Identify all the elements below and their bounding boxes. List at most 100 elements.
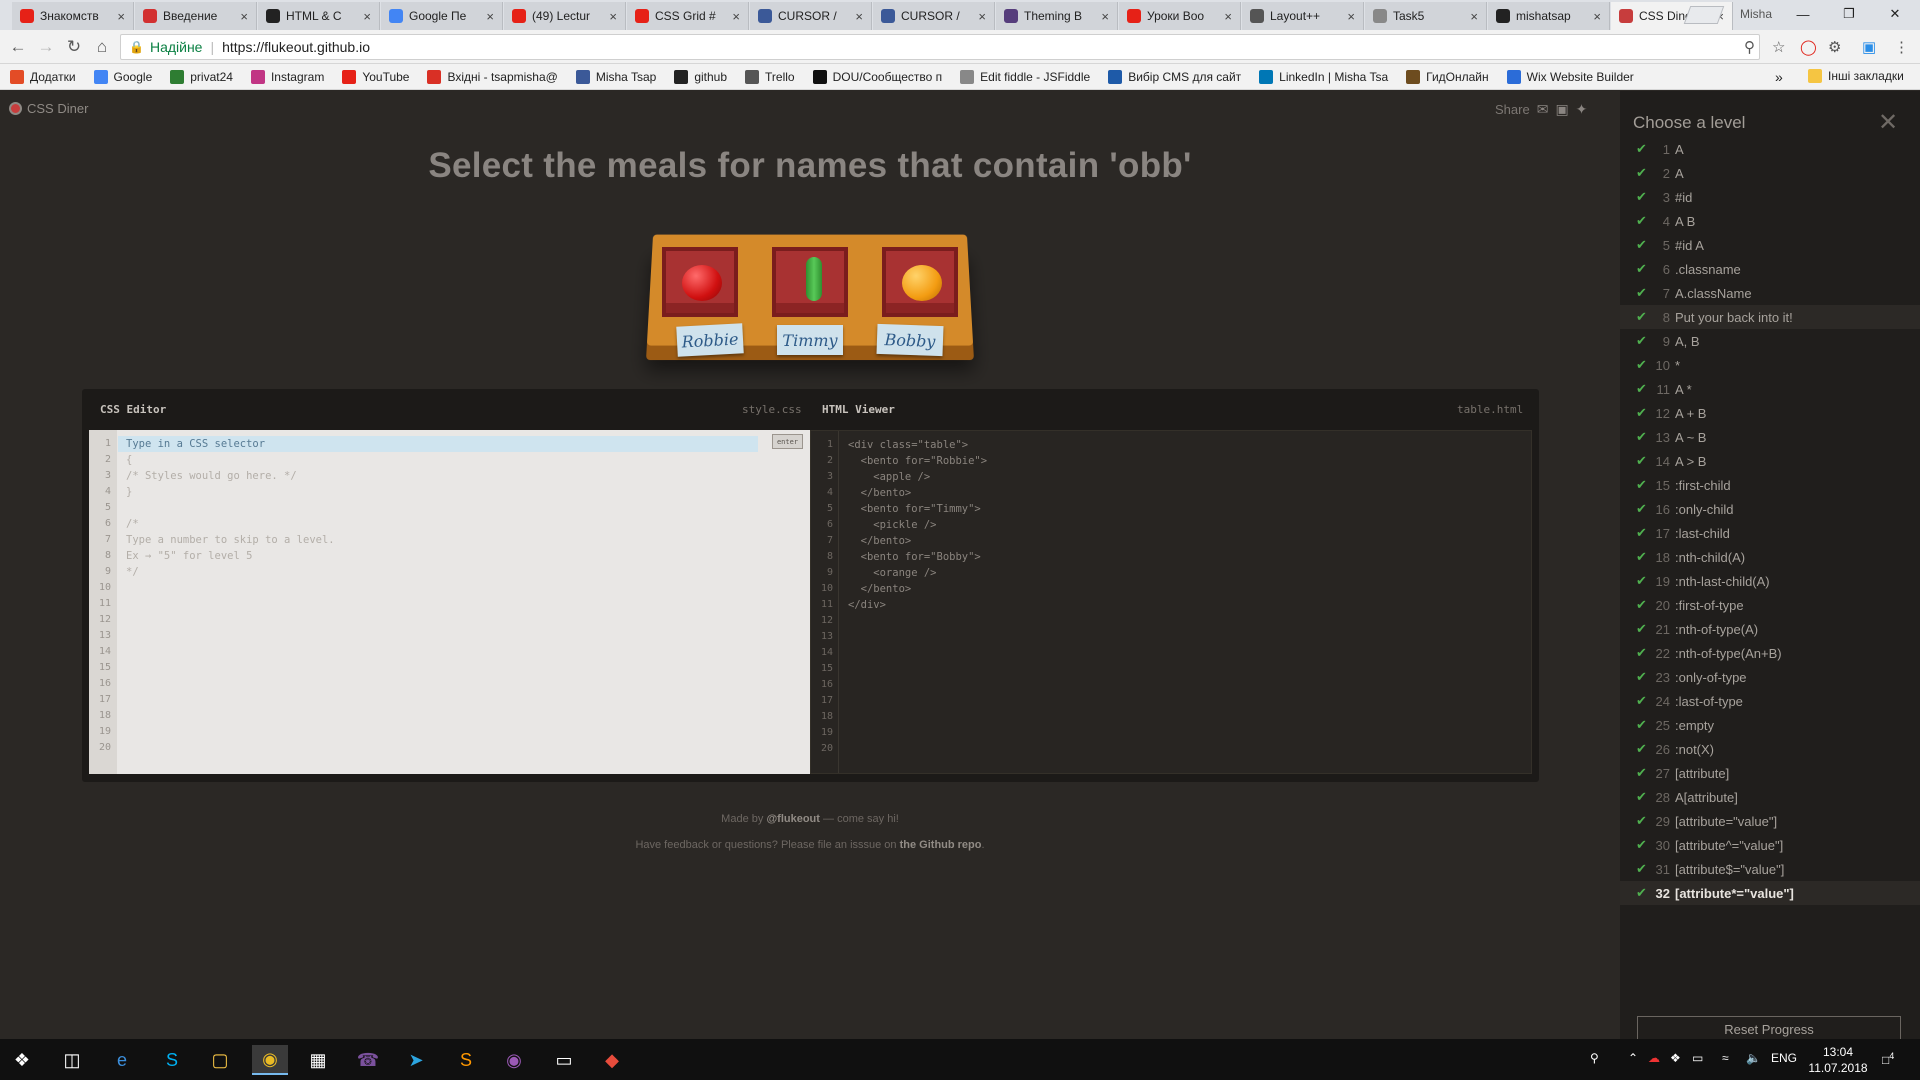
orange-food[interactable] [902, 265, 942, 301]
sublime-icon[interactable]: S [448, 1045, 484, 1075]
viber-icon[interactable]: ☎ [350, 1045, 386, 1075]
level-item[interactable]: ✔ 3 #id [1620, 185, 1920, 209]
media-app-icon[interactable]: ◉ [496, 1045, 532, 1075]
level-item[interactable]: ✔ 1 A [1620, 137, 1920, 161]
html-code-line[interactable]: </div> [848, 597, 886, 613]
file-explorer-icon[interactable]: ▢ [202, 1045, 238, 1075]
bookmark-item[interactable]: ГидОнлайн [1406, 69, 1489, 84]
menu-dots-icon[interactable]: ⋮ [1894, 38, 1909, 56]
level-item[interactable]: ✔ 22:nth-of-type(An+B) [1620, 641, 1920, 665]
bookmark-item[interactable]: DOU/Сообщество п [812, 69, 942, 84]
browser-tab[interactable]: HTML & C × [258, 2, 380, 30]
level-item[interactable]: ✔ 4 A B [1620, 209, 1920, 233]
antivirus-icon[interactable]: ☁ [1648, 1051, 1660, 1065]
tab-close-icon[interactable]: × [1224, 9, 1232, 24]
level-item[interactable]: ✔ 17:last-child [1620, 521, 1920, 545]
browser-tab[interactable]: Знакомств × [12, 2, 134, 30]
tab-close-icon[interactable]: × [363, 9, 371, 24]
browser-tab[interactable]: Layout++ × [1242, 2, 1364, 30]
url-text[interactable]: https://flukeout.github.io [222, 39, 370, 55]
site-logo[interactable]: CSS Diner [9, 101, 88, 116]
other-bookmarks[interactable]: Інші закладки [1808, 69, 1904, 83]
tab-close-icon[interactable]: × [1470, 9, 1478, 24]
level-item[interactable]: ✔ 2 A [1620, 161, 1920, 185]
html-code-line[interactable]: </bento> [848, 581, 912, 597]
windows-start-icon[interactable]: ❖ [4, 1045, 40, 1075]
tab-close-icon[interactable]: × [1101, 9, 1109, 24]
address-bar[interactable]: 🔒 Надійне | https://flukeout.github.io [120, 34, 1760, 60]
level-item[interactable]: ✔ 27 [attribute] [1620, 761, 1920, 785]
more-bookmarks-icon[interactable]: » [1775, 69, 1783, 85]
bento-box[interactable] [662, 247, 738, 317]
system-clock[interactable]: 13:04 11.07.2018 [1808, 1044, 1868, 1076]
level-item[interactable]: ✔ 15:first-child [1620, 473, 1920, 497]
task-view-icon[interactable]: ◫ [54, 1045, 90, 1075]
tab-close-icon[interactable]: × [1593, 9, 1601, 24]
github-repo-link[interactable]: the Github repo [900, 839, 982, 851]
level-item[interactable]: ✔ 12 A + B [1620, 401, 1920, 425]
bento-box[interactable] [882, 247, 958, 317]
level-item[interactable]: ✔ 24:last-of-type [1620, 689, 1920, 713]
forward-arrow-icon[interactable]: → [34, 36, 58, 58]
enter-button[interactable]: enter [772, 434, 803, 449]
level-item[interactable]: ✔ 7 A.className [1620, 281, 1920, 305]
volume-icon[interactable]: 🔈 [1746, 1051, 1761, 1065]
level-item[interactable]: ✔ 16:only-child [1620, 497, 1920, 521]
battery-icon[interactable]: ▭ [1692, 1051, 1703, 1065]
profile-name[interactable]: Misha [1740, 7, 1772, 21]
author-link[interactable]: @flukeout [766, 813, 820, 825]
tab-close-icon[interactable]: × [732, 9, 740, 24]
level-item[interactable]: ✔ 6 .classname [1620, 257, 1920, 281]
window-app-icon[interactable]: ▭ [546, 1045, 582, 1075]
browser-tab[interactable]: CSS Grid # × [627, 2, 749, 30]
level-item[interactable]: ✔ 26:not(X) [1620, 737, 1920, 761]
level-item[interactable]: ✔ 25:empty [1620, 713, 1920, 737]
level-item[interactable]: ✔ 20:first-of-type [1620, 593, 1920, 617]
level-item[interactable]: ✔ 21:nth-of-type(A) [1620, 617, 1920, 641]
bookmark-item[interactable]: LinkedIn | Misha Tsa [1259, 69, 1388, 84]
browser-tab[interactable]: Google Пе × [381, 2, 503, 30]
bookmark-item[interactable]: Вхідні - tsapmisha@ [427, 69, 558, 84]
level-item[interactable]: ✔ 31 [attribute$="value"] [1620, 857, 1920, 881]
bookmark-item[interactable]: YouTube [342, 69, 409, 84]
level-item[interactable]: ✔ 8 Put your back into it! [1620, 305, 1920, 329]
bento-box[interactable] [772, 247, 848, 317]
browser-tab[interactable]: CURSOR / × [873, 2, 995, 30]
bookmark-star-icon[interactable]: ☆ [1772, 38, 1785, 56]
bookmark-item[interactable]: Instagram [250, 69, 324, 84]
email-icon[interactable]: ✉ [1537, 101, 1549, 118]
browser-tab[interactable]: Уроки Boo × [1119, 2, 1241, 30]
level-item[interactable]: ✔ 32 [attribute*="value"] [1620, 881, 1920, 905]
chrome-icon[interactable]: ◉ [252, 1045, 288, 1075]
level-item[interactable]: ✔ 13 A ~ B [1620, 425, 1920, 449]
restore-icon[interactable]: ❐ [1826, 0, 1872, 28]
html-code-line[interactable]: <bento for="Timmy"> [848, 501, 981, 517]
window-close-icon[interactable]: ✕ [1872, 0, 1918, 28]
bookmark-item[interactable]: Edit fiddle - JSFiddle [960, 69, 1090, 84]
browser-tab[interactable]: Theming B × [996, 2, 1118, 30]
tab-close-icon[interactable]: × [117, 9, 125, 24]
level-item[interactable]: ✔ 29 [attribute="value"] [1620, 809, 1920, 833]
html-code-line[interactable]: </bento> [848, 533, 912, 549]
browser-tab[interactable]: Task5 × [1365, 2, 1487, 30]
level-item[interactable]: ✔ 28 A[attribute] [1620, 785, 1920, 809]
tab-close-icon[interactable]: × [486, 9, 494, 24]
level-item[interactable]: ✔ 10 * [1620, 353, 1920, 377]
css-selector-input[interactable] [126, 436, 746, 452]
browser-tab[interactable]: Введение × [135, 2, 257, 30]
level-item[interactable]: ✔ 11 A * [1620, 377, 1920, 401]
bookmark-item[interactable]: github [674, 69, 727, 84]
store-icon[interactable]: ▦ [300, 1045, 336, 1075]
apple-food[interactable] [682, 265, 722, 301]
html-code-line[interactable]: <pickle /> [848, 517, 936, 533]
browser-tab[interactable]: CURSOR / × [750, 2, 872, 30]
close-icon[interactable]: ✕ [1878, 108, 1898, 137]
skype-icon[interactable]: S [154, 1045, 190, 1075]
git-icon[interactable]: ◆ [594, 1045, 630, 1075]
home-icon[interactable]: ⌂ [90, 36, 114, 58]
minimize-icon[interactable]: — [1780, 0, 1826, 28]
tab-close-icon[interactable]: × [240, 9, 248, 24]
twitter-icon[interactable]: ✦ [1576, 101, 1588, 118]
tab-close-icon[interactable]: × [855, 9, 863, 24]
reload-icon[interactable]: ↻ [62, 36, 86, 58]
